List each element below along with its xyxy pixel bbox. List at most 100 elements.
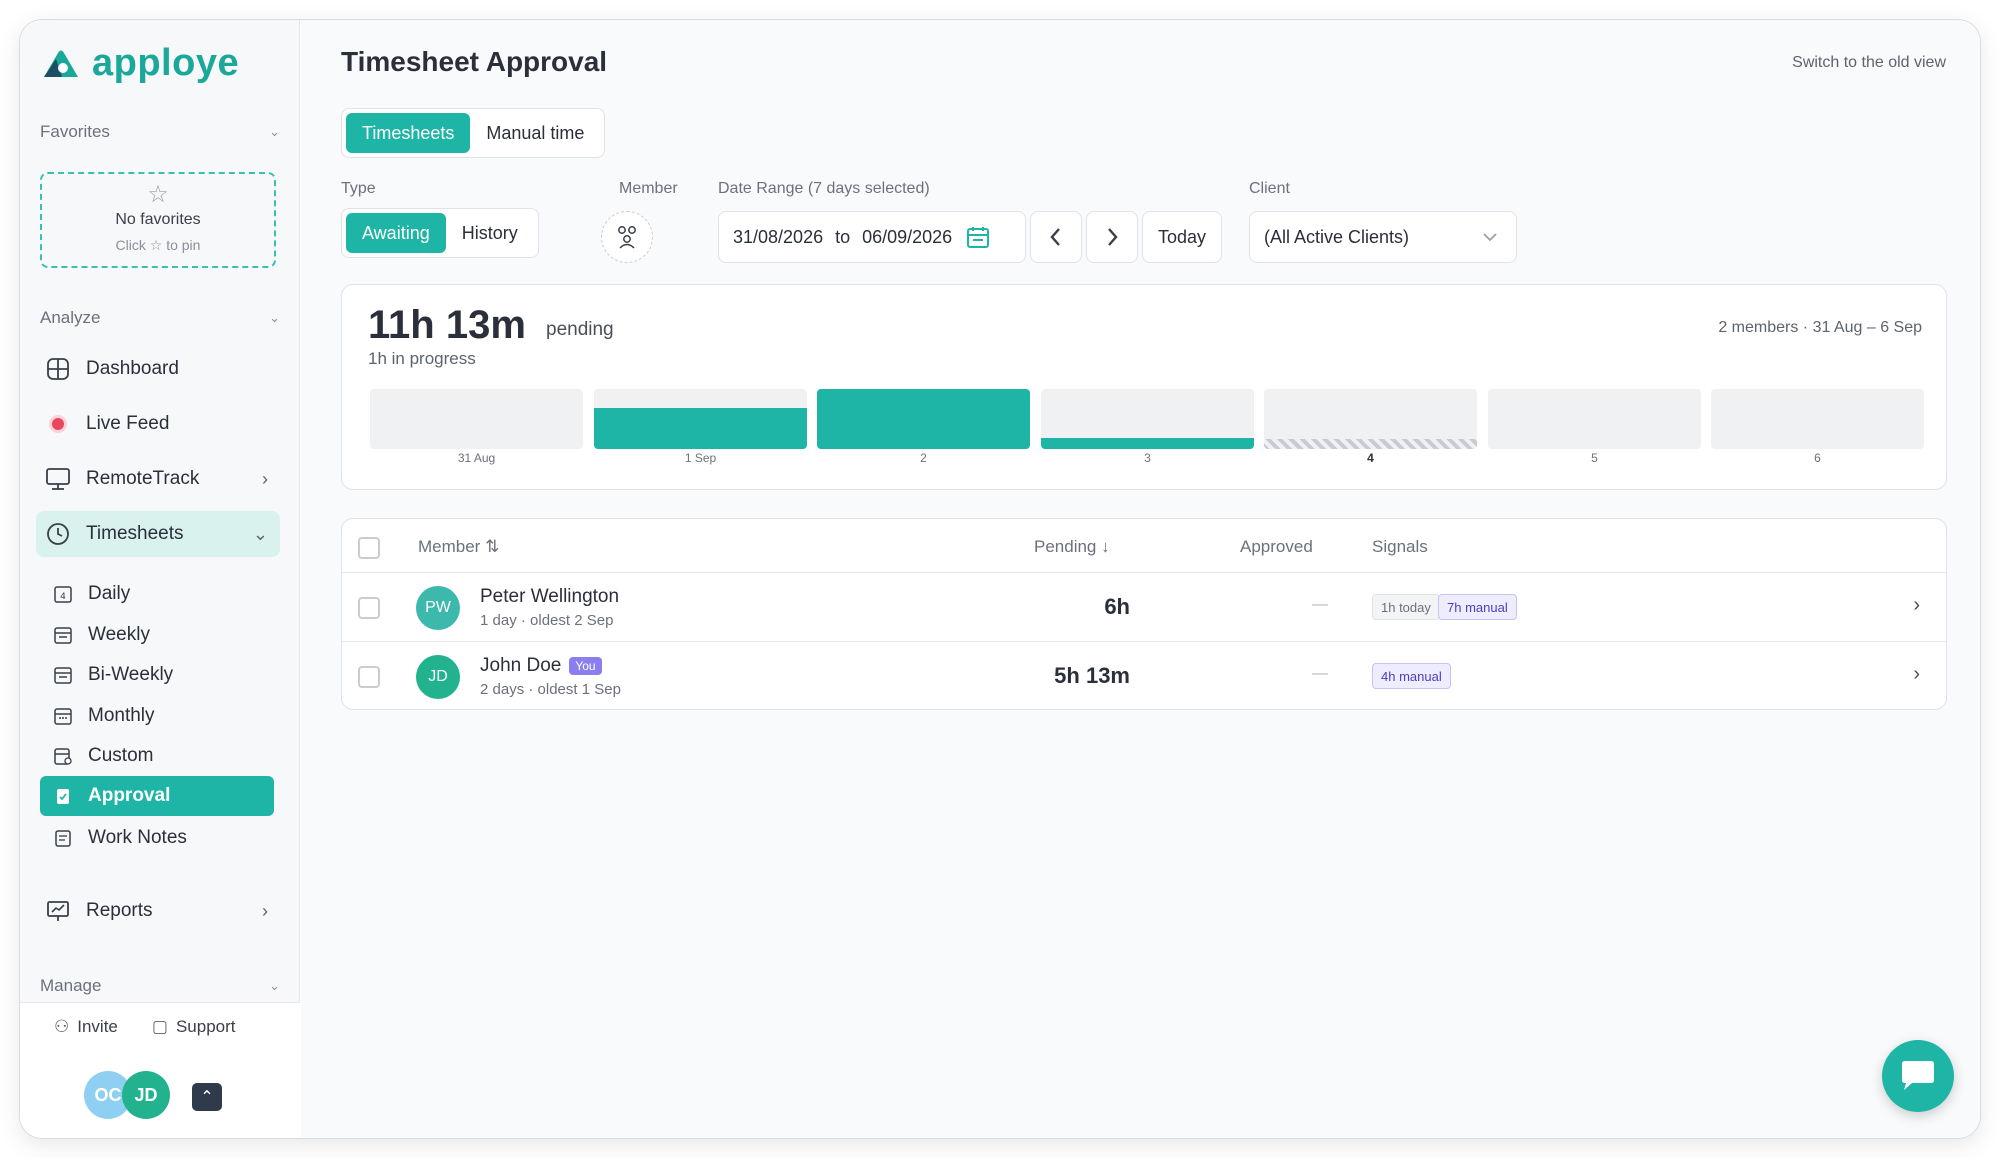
pending-value: 5h 13m [1054, 663, 1130, 688]
sidebar-subitem-label: Weekly [88, 624, 150, 645]
sidebar-subitem-label: Custom [88, 745, 154, 766]
table-row[interactable]: JD John Doe You 2 days · oldest 1 Sep 5h… [342, 643, 1946, 709]
sidebar-item-reports[interactable]: Reports › [36, 888, 280, 934]
date-range-input[interactable]: 31/08/2026 to 06/09/2026 [718, 211, 1026, 263]
chevron-right-icon[interactable]: › [1913, 594, 1920, 617]
user-avatars[interactable]: OC JD [84, 1071, 174, 1119]
day-bar[interactable] [594, 389, 807, 449]
sidebar-subitem-custom[interactable]: Custom [40, 736, 274, 776]
pending-value: 6h [1104, 594, 1130, 619]
type-awaiting-button[interactable]: Awaiting [346, 213, 446, 253]
sidebar-item-label: Timesheets [86, 523, 184, 544]
sidebar-subitem-label: Daily [88, 583, 131, 604]
column-header-member[interactable]: Member ⇅ [418, 537, 499, 557]
next-range-button[interactable] [1086, 211, 1138, 263]
chevron-right-icon: › [262, 900, 268, 921]
sidebar-subitem-monthly[interactable]: Monthly [40, 696, 274, 736]
previous-range-button[interactable] [1030, 211, 1082, 263]
chevron-down-icon: ⌄ [269, 310, 280, 325]
column-header-pending[interactable]: Pending ↓ [1034, 537, 1110, 557]
client-select[interactable]: (All Active Clients) [1249, 211, 1517, 263]
user-add-icon: ⚇ [54, 1017, 70, 1036]
client-select-value: (All Active Clients) [1264, 226, 1410, 247]
sort-icon: ⇅ [485, 537, 500, 556]
sidebar-item-label: RemoteTrack [86, 468, 200, 489]
brand-name: apploye [92, 42, 240, 84]
support-link[interactable]: ▢ Support [152, 1017, 236, 1037]
view-tabs: Timesheets Manual time [341, 108, 606, 158]
sidebar-item-label: Reports [86, 900, 153, 921]
sidebar-subitem-weekly[interactable]: Weekly [40, 615, 274, 655]
column-header-approved: Approved [1240, 537, 1313, 556]
member-name-text: Peter Wellington [480, 586, 620, 607]
date-to: 06/09/2026 [862, 226, 953, 247]
clipboard-check-icon [52, 785, 74, 807]
type-history-button[interactable]: History [446, 213, 534, 253]
sidebar-item-timesheets[interactable]: Timesheets ⌄ [36, 511, 280, 557]
invite-link[interactable]: ⚇ Invite [54, 1017, 118, 1037]
calendar-edit-icon [52, 745, 74, 767]
row-checkbox[interactable] [358, 666, 380, 688]
row-checkbox[interactable] [358, 597, 380, 619]
client-filter-label: Client [1249, 180, 1290, 197]
type-filter-label: Type [341, 180, 376, 197]
member-picker-button[interactable] [601, 211, 653, 263]
calendar-icon [52, 705, 74, 727]
sidebar-subitem-bi-weekly[interactable]: Bi-Weekly [40, 655, 274, 695]
analyze-section-header[interactable]: Analyze ⌄ [40, 308, 280, 328]
tab-manual-time[interactable]: Manual time [470, 113, 600, 153]
type-toggle: Awaiting History [341, 208, 539, 258]
day-bar[interactable] [370, 389, 583, 449]
in-progress-stripe [1264, 439, 1477, 449]
today-button[interactable]: Today [1142, 211, 1222, 263]
member-filter-label: Member [619, 180, 678, 197]
date-from: 31/08/2026 [733, 226, 824, 247]
sidebar-subitem-daily[interactable]: 4 Daily [40, 574, 274, 614]
table-row[interactable]: PW Peter Wellington 1 day · oldest 2 Sep… [342, 574, 1946, 642]
column-header-pending-label: Pending [1034, 537, 1097, 556]
summary-meta: 2 members · 31 Aug – 6 Sep [1718, 319, 1922, 336]
approval-table: Member ⇅ Pending ↓ Approved Signals PW P… [341, 518, 1947, 710]
sidebar-subitem-approval[interactable]: Approval [40, 776, 274, 816]
chevron-up-icon[interactable]: ⌃ [192, 1083, 222, 1111]
notes-icon [52, 827, 74, 849]
apploye-logo-icon [44, 50, 78, 77]
app-window: apploye Favorites ⌄ ☆ No favorites Click… [20, 20, 1980, 1138]
chevron-down-icon: ⌄ [269, 978, 280, 993]
chevron-down-icon: ⌄ [269, 124, 280, 139]
avatar: JD [122, 1071, 170, 1119]
chat-widget-button[interactable] [1882, 1040, 1954, 1112]
table-header: Member ⇅ Pending ↓ Approved Signals [342, 519, 1946, 573]
select-all-checkbox[interactable] [358, 537, 380, 559]
tab-timesheets[interactable]: Timesheets [346, 113, 471, 153]
sidebar-item-dashboard[interactable]: Dashboard [36, 346, 280, 392]
main-content: Timesheet Approval Switch to the old vie… [301, 20, 1980, 1138]
brand-logo[interactable]: apploye [40, 42, 239, 85]
switch-old-view-link[interactable]: Switch to the old view [1792, 54, 1946, 72]
avatar: JD [416, 655, 460, 699]
column-header-signals: Signals [1372, 537, 1428, 556]
chevron-right-icon[interactable]: › [1913, 663, 1920, 686]
avatar: PW [416, 586, 460, 630]
pending-total-suffix: pending [546, 319, 614, 340]
day-bar[interactable] [1488, 389, 1701, 449]
in-progress-text: 1h in progress [368, 349, 476, 368]
day-bar-label: 1 Sep [684, 451, 717, 465]
day-bar[interactable] [1711, 389, 1924, 449]
sidebar-subitem-work-notes[interactable]: Work Notes [40, 818, 274, 858]
day-bar-label: 2 [920, 451, 927, 465]
approved-value: — [1312, 596, 1328, 613]
manage-section-header[interactable]: Manage ⌄ [40, 976, 280, 996]
approved-value: — [1312, 665, 1328, 682]
day-bar[interactable] [1264, 389, 1477, 449]
day-bar[interactable] [817, 389, 1030, 449]
chevron-left-icon [1050, 228, 1060, 246]
favorites-empty-title: No favorites [115, 211, 201, 228]
people-group-icon [618, 226, 636, 249]
sidebar-item-remotetrack[interactable]: RemoteTrack › [36, 456, 280, 502]
daily-bars [370, 389, 1924, 449]
sidebar-item-live-feed[interactable]: Live Feed [36, 401, 280, 447]
day-bar[interactable] [1041, 389, 1254, 449]
favorites-section-header[interactable]: Favorites ⌄ [40, 122, 280, 142]
favorites-empty-box: ☆ No favorites Click ☆ to pin [40, 172, 276, 268]
